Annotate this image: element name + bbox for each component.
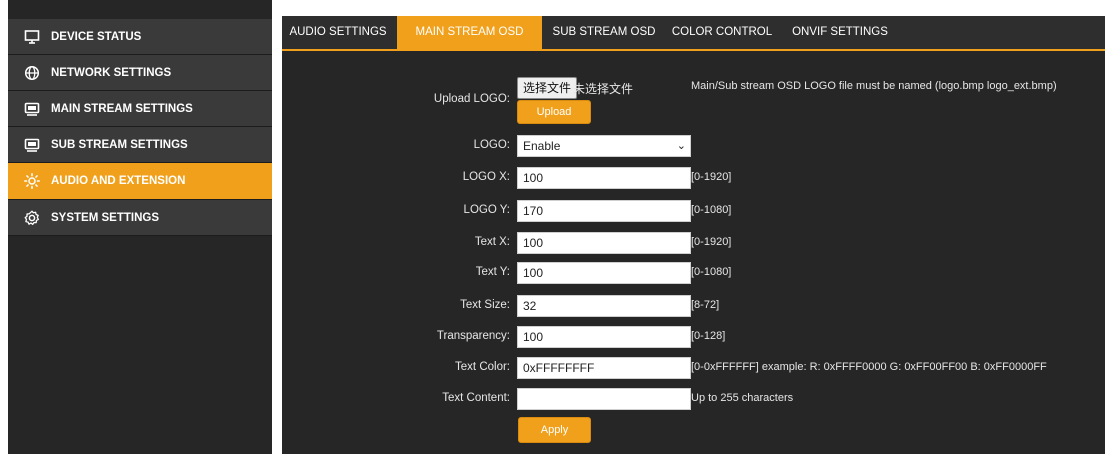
- text-content-input[interactable]: [517, 388, 691, 410]
- upload-logo-label: Upload LOGO:: [433, 93, 510, 105]
- choose-file-button[interactable]: 选择文件: [517, 77, 578, 99]
- text-y-range: [0-1080]: [691, 266, 732, 278]
- sidebar-item-label: NETWORK SETTINGS: [51, 66, 172, 79]
- logo-y-input[interactable]: 170: [517, 200, 691, 222]
- sidebar-item-label: MAIN STREAM SETTINGS: [51, 102, 193, 115]
- transparency-input[interactable]: 100: [517, 326, 691, 348]
- sidebar-item-label: AUDIO AND EXTENSION: [51, 175, 186, 187]
- text-content-limit: Up to 255 characters: [691, 392, 794, 404]
- tab-audio-settings[interactable]: AUDIO SETTINGS: [282, 16, 394, 49]
- text-color-range: [0-0xFFFFFF] example: R: 0xFFFF0000 G: 0…: [691, 361, 1047, 373]
- sidebar-item-sub-stream-settings[interactable]: SUB STREAM SETTINGS: [8, 127, 272, 163]
- logo-x-range: [0-1920]: [691, 171, 732, 183]
- text-x-range: [0-1920]: [691, 236, 732, 248]
- logo-y-range: [0-1080]: [691, 204, 732, 216]
- video-screen-icon: [24, 101, 40, 117]
- text-color-input[interactable]: 0xFFFFFFFF: [517, 357, 691, 379]
- logo-naming-note: Main/Sub stream OSD LOGO file must be na…: [691, 80, 1057, 92]
- transparency-label: Transparency:: [436, 330, 510, 342]
- text-y-input[interactable]: 100: [517, 262, 691, 284]
- text-content-label: Text Content:: [442, 392, 510, 404]
- logo-x-input[interactable]: 100: [517, 167, 691, 189]
- logo-x-label: LOGO X:: [462, 171, 510, 183]
- text-size-input[interactable]: 32: [517, 295, 691, 317]
- sidebar-item-label: SYSTEM SETTINGS: [51, 211, 159, 224]
- gear-icon: [24, 210, 40, 226]
- sun-icon: [24, 173, 40, 189]
- main-panel: AUDIO SETTINGS MAIN STREAM OSD SUB STREA…: [282, 16, 1105, 454]
- sidebar-item-device-status[interactable]: DEVICE STATUS: [8, 19, 272, 55]
- sidebar: DEVICE STATUS NETWORK SETTINGS MAIN STRE…: [8, 0, 272, 454]
- logo-select[interactable]: Enable ⌄: [517, 135, 691, 157]
- no-file-selected-text: 未选择文件: [573, 82, 634, 96]
- monitor-icon: [24, 29, 40, 45]
- sidebar-item-label: DEVICE STATUS: [51, 30, 142, 43]
- sidebar-item-audio-and-extension[interactable]: AUDIO AND EXTENSION: [8, 163, 272, 200]
- sidebar-item-system-settings[interactable]: SYSTEM SETTINGS: [8, 200, 272, 236]
- sidebar-item-label: SUB STREAM SETTINGS: [51, 138, 188, 151]
- tab-bar: AUDIO SETTINGS MAIN STREAM OSD SUB STREA…: [282, 16, 1105, 51]
- logo-y-label: LOGO Y:: [463, 204, 510, 216]
- sidebar-item-main-stream-settings[interactable]: MAIN STREAM SETTINGS: [8, 91, 272, 127]
- upload-button[interactable]: Upload: [517, 100, 591, 124]
- video-screen-icon: [24, 137, 40, 153]
- globe-icon: [24, 65, 40, 81]
- tab-main-stream-osd[interactable]: MAIN STREAM OSD: [397, 16, 542, 49]
- apply-button[interactable]: Apply: [518, 417, 591, 443]
- tab-color-control[interactable]: COLOR CONTROL: [667, 16, 777, 49]
- logo-select-value: Enable: [523, 139, 561, 153]
- text-color-label: Text Color:: [455, 361, 510, 373]
- logo-label: LOGO:: [473, 139, 510, 151]
- text-size-range: [8-72]: [691, 299, 720, 311]
- text-x-input[interactable]: 100: [517, 232, 691, 254]
- tab-onvif-settings[interactable]: ONVIF SETTINGS: [785, 16, 895, 49]
- transparency-range: [0-128]: [691, 330, 726, 342]
- sidebar-item-network-settings[interactable]: NETWORK SETTINGS: [8, 55, 272, 91]
- tab-sub-stream-osd[interactable]: SUB STREAM OSD: [544, 16, 664, 49]
- text-y-label: Text Y:: [475, 266, 510, 278]
- text-size-label: Text Size:: [460, 299, 510, 311]
- text-x-label: Text X:: [474, 236, 510, 248]
- chevron-down-icon: ⌄: [676, 140, 686, 152]
